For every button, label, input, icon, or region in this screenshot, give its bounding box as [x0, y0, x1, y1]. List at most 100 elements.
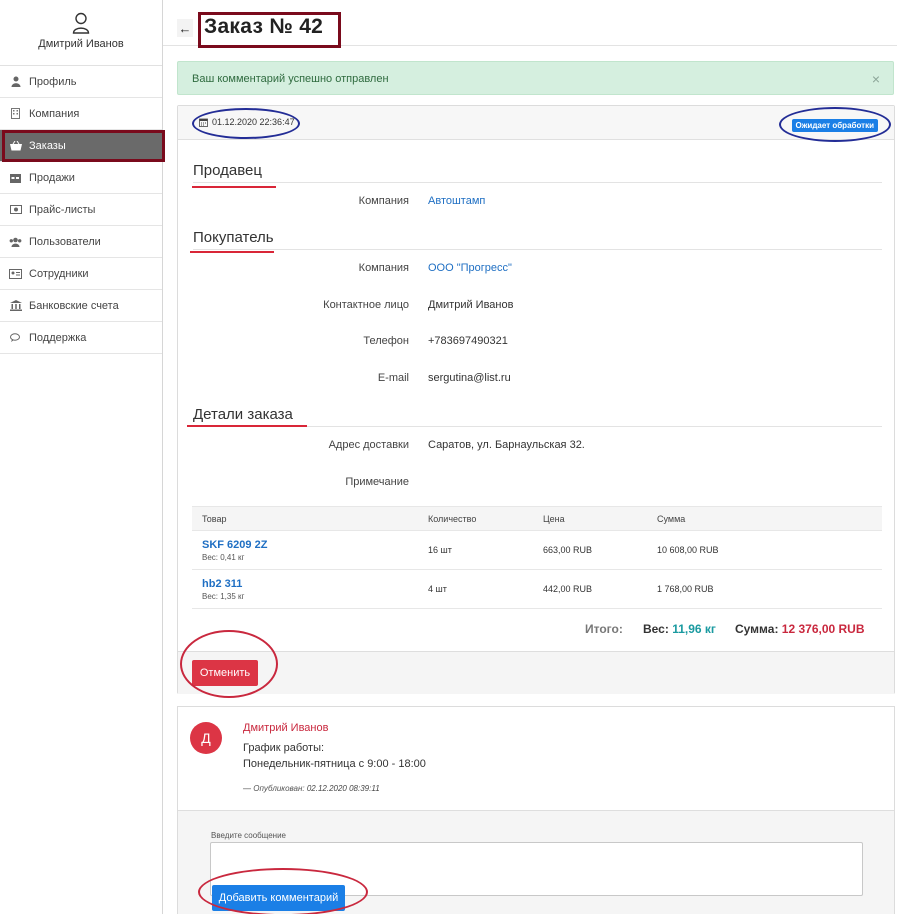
sidebar-item-bank-accounts[interactable]: Банковские счета: [0, 290, 162, 322]
table-row: SKF 6209 2Z Вес: 0,41 кг 16 шт 663,00 RU…: [192, 531, 882, 570]
comments-card: Д Дмитрий Иванов График работы: Понедель…: [177, 706, 895, 914]
buyer-section-title: Покупатель: [193, 229, 274, 246]
annotation-underline-details: [187, 425, 307, 427]
product-quantity: 4 шт: [428, 584, 447, 594]
total-weight: Вес: 11,96 кг: [643, 622, 716, 636]
sidebar-item-label: Поддержка: [29, 331, 87, 344]
sidebar-item-label: Пользователи: [29, 235, 101, 248]
seller-company-link[interactable]: Автоштамп: [428, 195, 485, 207]
basket-icon: [9, 140, 22, 152]
total-weight-value: 11,96 кг: [672, 622, 716, 636]
comment-compose: Введите сообщение Добавить комментарий: [178, 810, 894, 914]
sidebar-item-label: Заказы: [29, 139, 66, 152]
user-avatar-icon: [72, 12, 90, 34]
buyer-phone-value: +783697490321: [428, 335, 508, 347]
product-sum: 1 768,00 RUB: [657, 584, 714, 594]
buyer-contact-label: Контактное лицо: [323, 299, 409, 311]
buyer-company-link[interactable]: ООО "Прогресс": [428, 262, 512, 274]
column-header-product: Товар: [202, 514, 227, 524]
items-table-header: Товар Количество Цена Сумма: [192, 506, 882, 531]
buyer-contact-value: Дмитрий Иванов: [428, 299, 514, 311]
users-icon: [9, 236, 22, 248]
comment-text-line: Понедельник-пятница с 9:00 - 18:00: [243, 758, 426, 770]
buyer-email-value: sergutina@list.ru: [428, 372, 511, 384]
id-card-icon: [9, 268, 22, 280]
order-card-footer: Отменить: [178, 651, 894, 694]
page-title: Заказ № 42: [204, 15, 324, 38]
annotation-oval-cancel: [180, 630, 278, 698]
sidebar-item-price-lists[interactable]: Прайс-листы: [0, 194, 162, 226]
success-alert: Ваш комментарий успешно отправлен ×: [177, 61, 894, 95]
buyer-phone-label: Телефон: [363, 335, 409, 347]
order-card: 01.12.2020 22:36:47 Ожидает обработки Пр…: [177, 105, 895, 698]
details-section-title: Детали заказа: [193, 406, 293, 423]
arrow-left-icon: ←: [178, 20, 192, 36]
sidebar-item-employees[interactable]: Сотрудники: [0, 258, 162, 290]
total-sum-value: 12 376,00 RUB: [781, 622, 865, 636]
delivery-address-label: Адрес доставки: [328, 439, 409, 451]
sidebar-item-users[interactable]: Пользователи: [0, 226, 162, 258]
comment-date: 02.12.2020 08:39:11: [306, 784, 380, 793]
product-sum: 10 608,00 RUB: [657, 545, 719, 555]
sidebar-item-orders[interactable]: Заказы: [0, 130, 162, 162]
calendar-icon: [9, 172, 22, 184]
product-weight: Вес: 0,41 кг: [202, 553, 245, 562]
sidebar-item-sales[interactable]: Продажи: [0, 162, 162, 194]
annotation-underline-buyer: [190, 251, 274, 253]
product-price: 442,00 RUB: [543, 584, 593, 594]
comment-text-line: График работы:: [243, 742, 325, 754]
comment-author: Дмитрий Иванов: [243, 722, 329, 734]
table-row: hb2 311 Вес: 1,35 кг 4 шт 442,00 RUB 1 7…: [192, 570, 882, 609]
totals-label: Итого:: [585, 622, 623, 636]
annotation-oval-date: [192, 108, 300, 139]
message-input-label: Введите сообщение: [211, 831, 286, 840]
product-link[interactable]: hb2 311: [202, 578, 242, 590]
section-divider: [193, 182, 882, 183]
add-comment-button[interactable]: Добавить комментарий: [212, 885, 345, 911]
user-box: Дмитрий Иванов: [0, 0, 162, 66]
user-icon: [9, 76, 22, 88]
delivery-address-value: Саратов, ул. Барнаульская 32.: [428, 439, 585, 451]
building-icon: [9, 108, 22, 120]
order-card-header: 01.12.2020 22:36:47 Ожидает обработки: [178, 106, 894, 142]
sidebar-item-label: Компания: [29, 107, 80, 120]
product-link[interactable]: SKF 6209 2Z: [202, 539, 267, 551]
section-divider: [193, 249, 882, 250]
seller-section-title: Продавец: [193, 162, 262, 179]
sidebar-item-profile[interactable]: Профиль: [0, 66, 162, 98]
sidebar-item-label: Банковские счета: [29, 299, 119, 312]
buyer-email-label: E-mail: [377, 372, 409, 384]
column-header-sum: Сумма: [657, 514, 686, 524]
bank-icon: [9, 300, 22, 312]
product-quantity: 16 шт: [428, 545, 452, 555]
total-sum-label: Сумма:: [735, 622, 779, 636]
total-sum: Сумма: 12 376,00 RUB: [735, 622, 865, 636]
total-weight-label: Вес:: [643, 622, 669, 636]
comments-icon: [9, 332, 22, 344]
column-header-quantity: Количество: [428, 514, 477, 524]
user-name: Дмитрий Иванов: [38, 38, 124, 50]
close-icon[interactable]: ×: [872, 71, 880, 87]
back-button[interactable]: ←: [177, 19, 193, 37]
column-header-price: Цена: [543, 514, 565, 524]
avatar: Д: [190, 722, 222, 754]
alert-message: Ваш комментарий успешно отправлен: [192, 73, 389, 85]
product-price: 663,00 RUB: [543, 545, 593, 555]
note-label: Примечание: [345, 476, 409, 488]
sidebar-item-label: Продажи: [29, 171, 75, 184]
comment-meta-prefix: — Опубликован:: [243, 784, 305, 793]
money-icon: [9, 204, 22, 216]
seller-company-label: Компания: [358, 195, 409, 207]
product-weight: Вес: 1,35 кг: [202, 592, 245, 601]
annotation-oval-status: [779, 107, 891, 142]
sidebar-item-label: Профиль: [29, 75, 77, 88]
sidebar: Дмитрий Иванов Профиль Компания Заказы П…: [0, 0, 163, 914]
page-header: ← Заказ № 42: [163, 0, 897, 48]
sidebar-item-support[interactable]: Поддержка: [0, 322, 162, 354]
sidebar-item-label: Прайс-листы: [29, 203, 96, 216]
buyer-company-label: Компания: [358, 262, 409, 274]
annotation-underline-seller: [192, 186, 276, 188]
comment-meta: — Опубликован: 02.12.2020 08:39:11: [243, 784, 380, 793]
sidebar-item-company[interactable]: Компания: [0, 98, 162, 130]
sidebar-item-label: Сотрудники: [29, 267, 89, 280]
